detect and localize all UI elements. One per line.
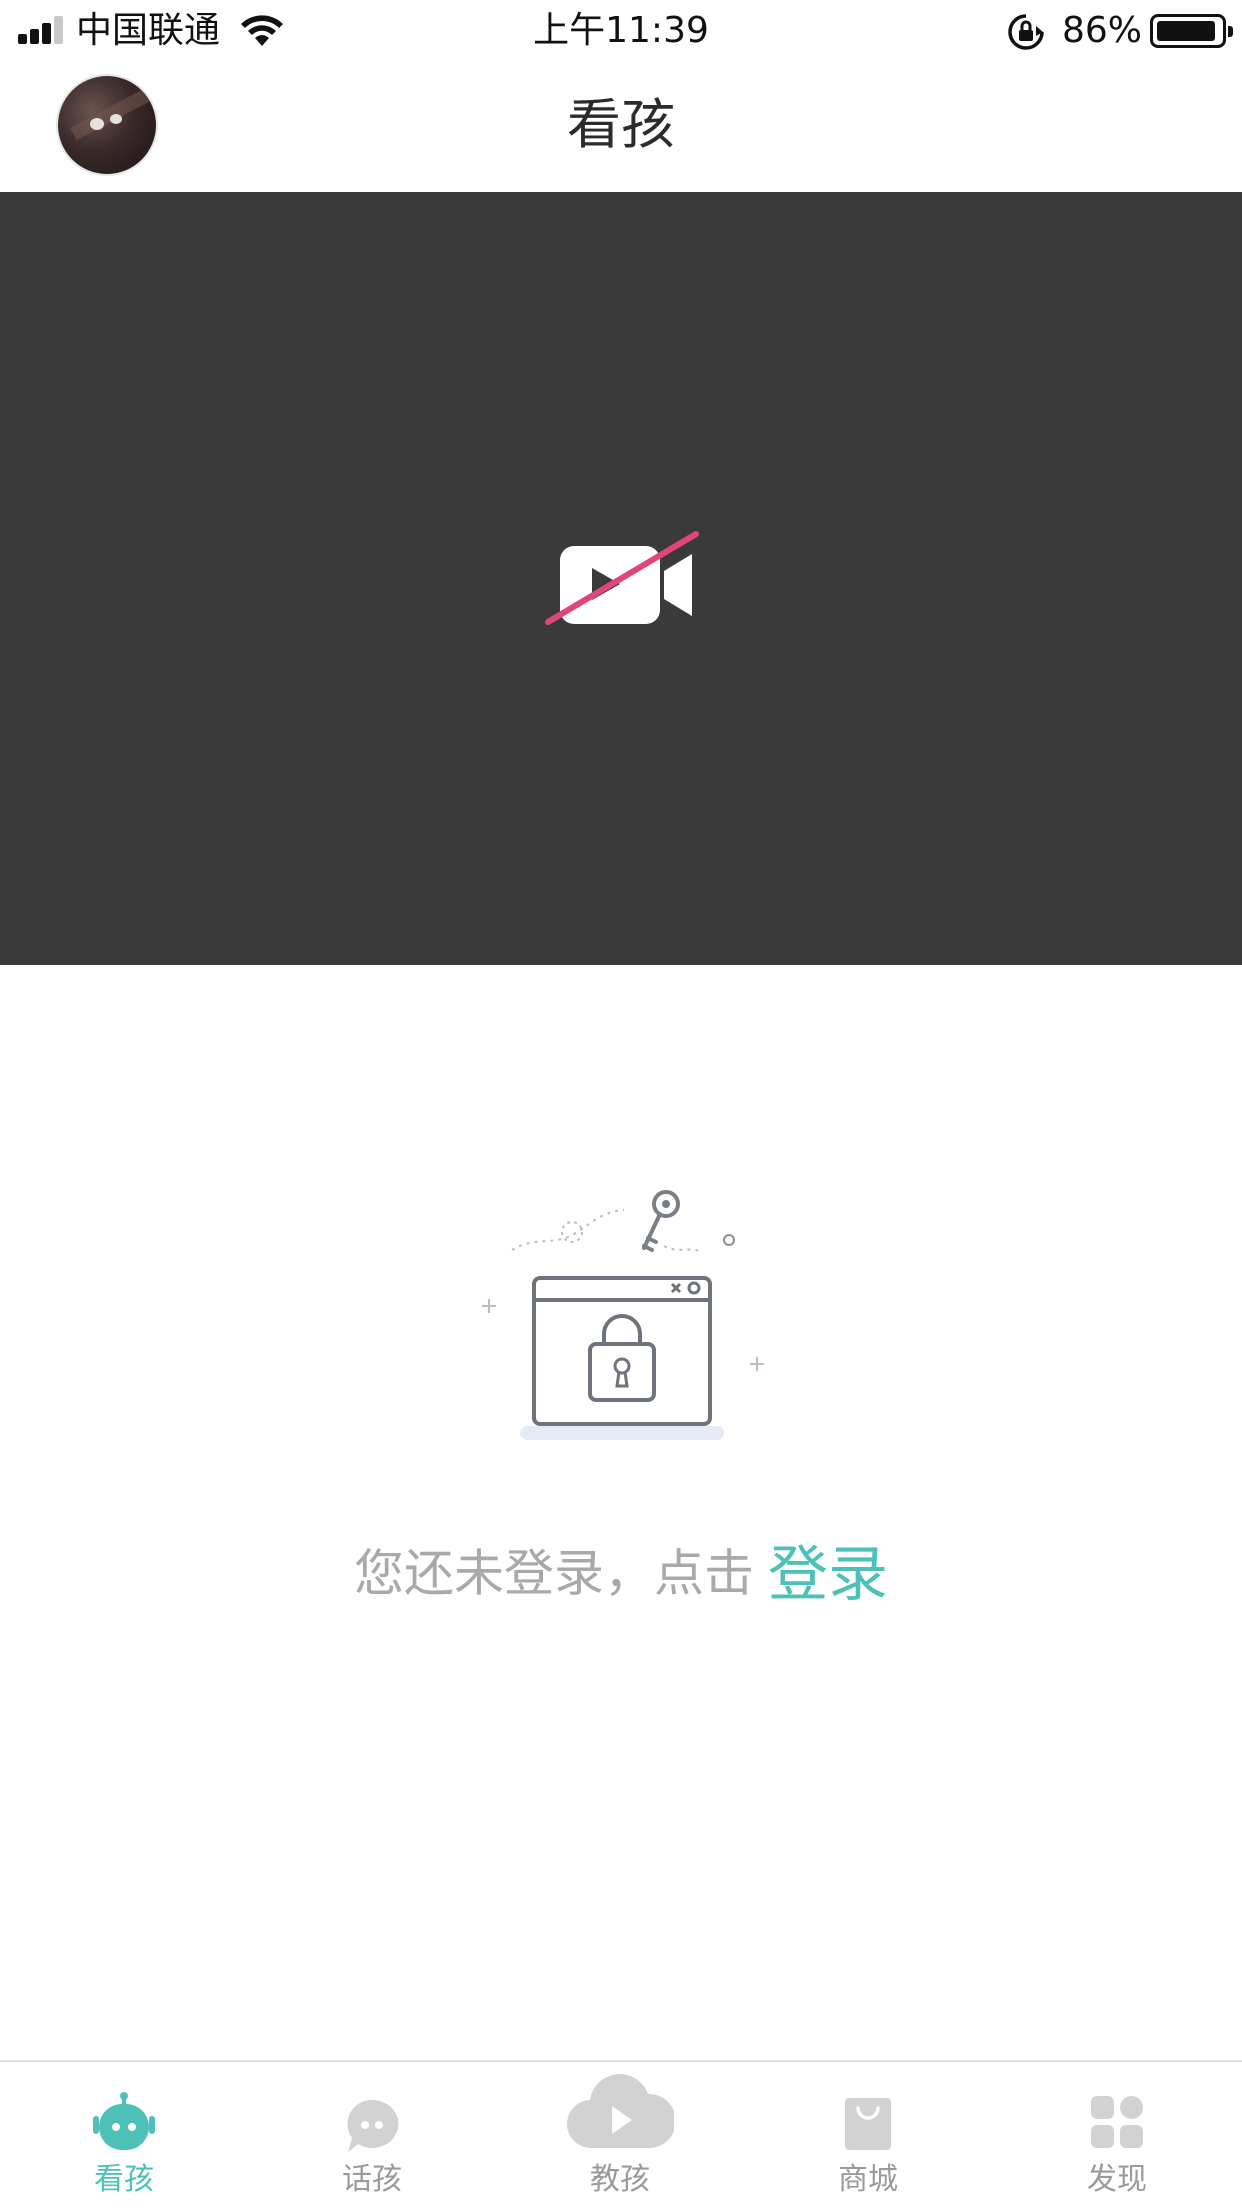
tab-talk-child[interactable]: 话孩 (248, 2062, 496, 2208)
login-prompt: 您还未登录，点击 登录 (0, 1526, 1242, 1613)
robot-icon (93, 2092, 155, 2150)
lock-illustration (482, 1190, 764, 1440)
tab-teach-child[interactable]: 教孩 (496, 2062, 744, 2208)
tab-label: 看孩 (94, 2162, 154, 2197)
login-prompt-text: 您还未登录，点击 (354, 1544, 754, 1603)
camera-off-icon (545, 531, 699, 625)
battery-icon (1150, 14, 1233, 48)
grid-icon (1091, 2096, 1143, 2148)
status-time: 上午11:39 (533, 10, 709, 51)
cloud-play-icon (566, 2074, 674, 2149)
tab-bar: 看孩 话孩 教孩 商城 发现 (0, 2060, 1242, 2208)
tab-label: 发现 (1087, 2162, 1147, 2197)
page-title: 看孩 (567, 93, 675, 156)
status-bar: 中国联通 上午11:39 86% (0, 0, 1242, 62)
tab-label: 商城 (838, 2162, 898, 2197)
orientation-lock-icon (1008, 14, 1044, 50)
chat-icon (347, 2099, 399, 2152)
tab-watch-child[interactable]: 看孩 (0, 2062, 248, 2208)
video-panel[interactable] (0, 192, 1242, 965)
nav-bar: 看孩 (0, 62, 1242, 192)
login-link[interactable]: 登录 (768, 1540, 888, 1610)
tab-discover[interactable]: 发现 (992, 2062, 1242, 2208)
shopping-bag-icon (845, 2098, 891, 2150)
battery-percent: 86% (1062, 10, 1143, 51)
tab-mall[interactable]: 商城 (744, 2062, 992, 2208)
tab-label: 话孩 (342, 2162, 402, 2197)
tab-label: 教孩 (590, 2162, 650, 2197)
